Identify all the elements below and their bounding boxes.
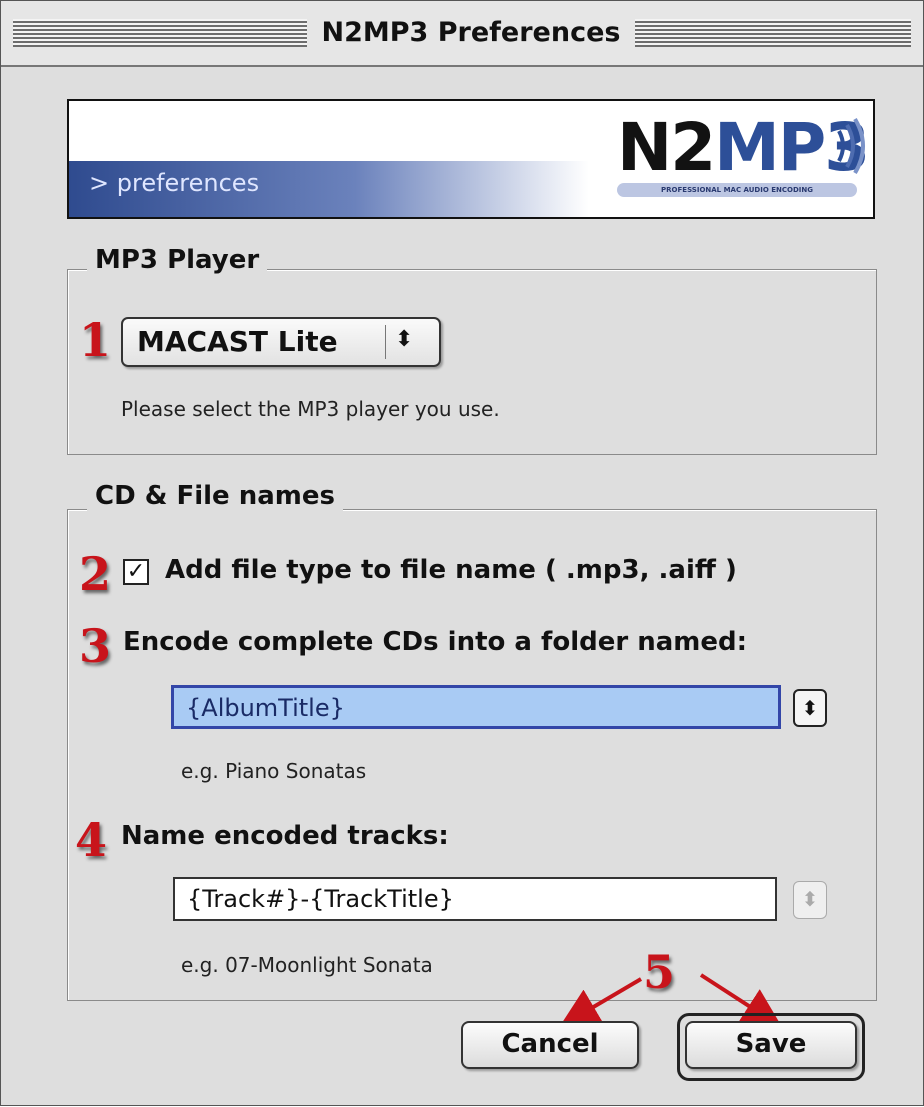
folder-name-example: e.g. Piano Sonatas <box>181 759 367 783</box>
step-1-marker: 1 <box>79 313 112 367</box>
window-title: N2MP3 Preferences <box>321 17 621 48</box>
logo-n2-text: N2 <box>617 109 716 186</box>
mp3-player-popup[interactable]: MACAST Lite ⬍ <box>121 317 441 367</box>
step-3-marker: 3 <box>79 619 112 673</box>
add-file-type-checkbox[interactable]: ✓ <box>123 559 149 585</box>
n2mp3-logo: N2MP3 <box>617 115 870 181</box>
step-5-marker: 5 <box>643 945 676 999</box>
sound-waves-icon <box>837 117 865 175</box>
title-bar-stripes-right <box>635 19 911 47</box>
title-bar-stripes-left <box>13 19 307 47</box>
mp3-player-selected: MACAST Lite <box>137 325 338 358</box>
folder-name-label: Encode complete CDs into a folder named: <box>123 627 748 657</box>
mp3-player-hint: Please select the MP3 player you use. <box>121 397 500 421</box>
cancel-button[interactable]: Cancel <box>461 1021 639 1069</box>
step-2-marker: 2 <box>79 547 112 601</box>
title-bar[interactable]: N2MP3 Preferences <box>1 1 923 67</box>
track-name-menu-button[interactable]: ⬍ <box>793 881 827 919</box>
track-name-label: Name encoded tracks: <box>121 821 449 851</box>
add-file-type-label[interactable]: Add file type to file name ( .mp3, .aiff… <box>165 555 737 585</box>
folder-name-menu-button[interactable]: ⬍ <box>793 689 827 727</box>
preferences-banner: > preferences N2MP3 PROFESSIONAL MAC AUD… <box>67 99 875 219</box>
banner-label: > preferences <box>89 169 260 197</box>
preferences-window: N2MP3 Preferences > preferences N2MP3 PR… <box>0 0 924 1106</box>
step-4-marker: 4 <box>75 813 108 867</box>
save-button[interactable]: Save <box>685 1021 857 1069</box>
track-name-field[interactable]: {Track#}-{TrackTitle} <box>173 877 777 921</box>
updown-arrows-icon: ⬍ <box>395 327 414 352</box>
folder-name-field[interactable]: {AlbumTitle} <box>171 685 781 729</box>
logo-tagline: PROFESSIONAL MAC AUDIO ENCODING <box>617 183 857 197</box>
track-name-example: e.g. 07-Moonlight Sonata <box>181 953 433 977</box>
mp3-player-group-title: MP3 Player <box>87 245 268 275</box>
popup-divider <box>385 325 386 359</box>
cd-file-names-group-title: CD & File names <box>87 481 343 511</box>
